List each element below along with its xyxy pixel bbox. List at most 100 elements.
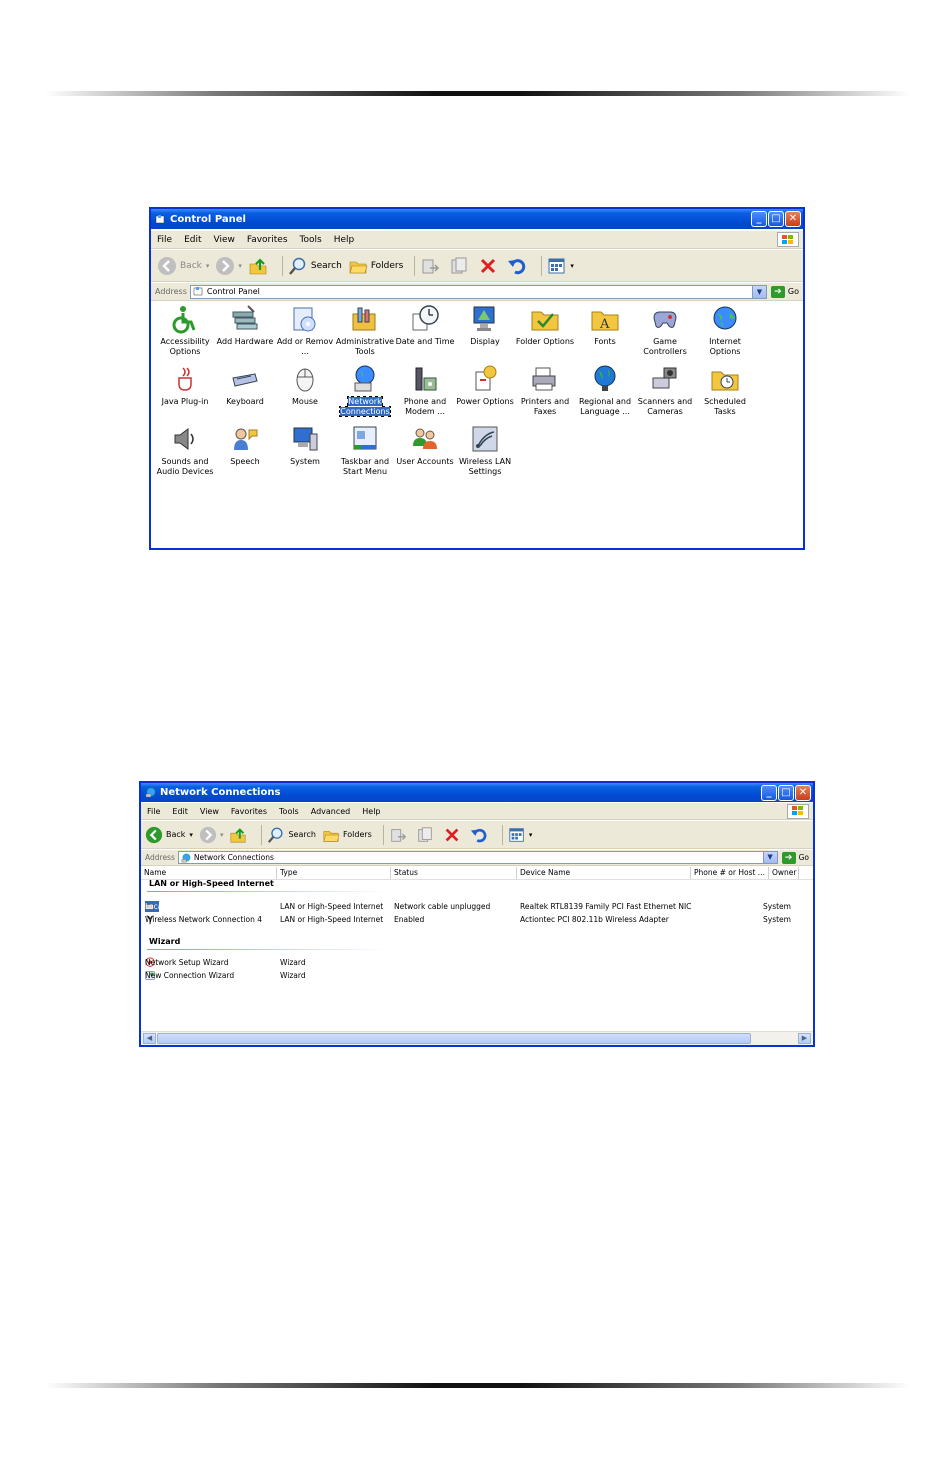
address-input[interactable]: Network Connections ▼: [177, 851, 778, 864]
wireless-settings-icon: [472, 426, 498, 452]
cp-item-add-remove-programs[interactable]: Add or Remov ...: [273, 304, 337, 357]
cp-item-label: Wireless LAN Settings: [458, 457, 512, 476]
menu-tools[interactable]: Tools: [273, 807, 305, 816]
horizontal-scrollbar[interactable]: ◀ ▶: [141, 1031, 813, 1045]
cp-item-wireless-settings[interactable]: Wireless LAN Settings: [453, 424, 517, 477]
column-header[interactable]: Status: [391, 867, 517, 879]
search-button[interactable]: Search: [288, 256, 342, 276]
address-bar: Address Network Connections ▼ ➔ Go: [141, 850, 813, 866]
forward-button[interactable]: ▾: [199, 826, 223, 844]
cp-item-java[interactable]: Java Plug-in: [153, 364, 217, 407]
cp-item-system[interactable]: System: [273, 424, 337, 467]
maximize-button[interactable]: □: [768, 211, 784, 227]
scroll-thumb[interactable]: [157, 1033, 751, 1044]
cp-item-scheduled-tasks[interactable]: Scheduled Tasks: [693, 364, 757, 417]
cp-item-add-hardware[interactable]: Add Hardware: [213, 304, 277, 347]
delete-button[interactable]: [443, 826, 464, 844]
cp-item-users[interactable]: User Accounts: [393, 424, 457, 467]
title-bar[interactable]: Control Panel _ □ ✕: [151, 209, 803, 229]
cp-item-fonts-folder[interactable]: A Fonts: [573, 304, 637, 347]
maximize-button[interactable]: □: [778, 785, 794, 801]
table-row[interactable]: Local Area Connection 5 LAN or High-Speed…: [141, 901, 813, 912]
menu-advanced[interactable]: Advanced: [305, 807, 357, 816]
column-header[interactable]: Phone # or Host ...: [691, 867, 769, 879]
forward-button[interactable]: ▾: [215, 256, 242, 276]
views-button[interactable]: ▾: [547, 256, 574, 276]
menu-help[interactable]: Help: [356, 807, 386, 816]
undo-button[interactable]: [507, 256, 530, 276]
chevron-down-icon[interactable]: ▼: [751, 285, 766, 298]
copy-to-button[interactable]: [449, 256, 472, 276]
close-button[interactable]: ✕: [785, 211, 801, 227]
cp-item-mouse[interactable]: Mouse: [273, 364, 337, 407]
menu-help[interactable]: Help: [328, 235, 361, 245]
cp-item-phone[interactable]: Phone and Modem ...: [393, 364, 457, 417]
window-title: Control Panel: [170, 213, 246, 225]
menu-edit[interactable]: Edit: [166, 807, 194, 816]
menu-file[interactable]: File: [151, 235, 178, 245]
cp-item-regional-globe[interactable]: Regional and Language ...: [573, 364, 637, 417]
move-to-button[interactable]: [389, 826, 410, 844]
cp-item-printer[interactable]: Printers and Faxes: [513, 364, 577, 417]
folders-button[interactable]: Folders: [348, 256, 403, 276]
cp-item-label: User Accounts: [396, 457, 454, 466]
back-button[interactable]: Back ▾: [157, 256, 209, 276]
cp-item-taskbar[interactable]: Taskbar and Start Menu: [333, 424, 397, 477]
cp-item-label: Taskbar and Start Menu: [340, 457, 390, 476]
cp-item-power[interactable]: Power Options: [453, 364, 517, 407]
column-header[interactable]: Owner: [769, 867, 799, 879]
control-panel-icon: [155, 214, 166, 225]
back-button[interactable]: Back ▾: [145, 826, 193, 844]
go-button[interactable]: ➔ Go: [781, 851, 809, 864]
cp-item-keyboard[interactable]: Keyboard: [213, 364, 277, 407]
cp-item-speech[interactable]: Speech: [213, 424, 277, 467]
cp-item-network[interactable]: Network Connections: [333, 364, 397, 417]
table-row[interactable]: Wireless Network Connection 4 LAN or High…: [141, 914, 813, 925]
menu-tools[interactable]: Tools: [294, 235, 328, 245]
cp-item-gamepad[interactable]: Game Controllers: [633, 304, 697, 357]
cp-item-administrative-tools[interactable]: Administrative Tools: [333, 304, 397, 357]
minimize-button[interactable]: _: [751, 211, 767, 227]
cp-item-clock[interactable]: Date and Time: [393, 304, 457, 347]
back-label: Back: [180, 260, 202, 271]
table-row[interactable]: New Connection Wizard Wizard: [141, 970, 813, 981]
column-header[interactable]: Device Name: [517, 867, 691, 879]
move-to-button[interactable]: [420, 256, 443, 276]
up-folder-button[interactable]: [229, 826, 250, 844]
cp-item-speaker[interactable]: Sounds and Audio Devices: [153, 424, 217, 477]
menu-view[interactable]: View: [208, 235, 241, 245]
copy-to-button[interactable]: [416, 826, 437, 844]
table-row[interactable]: Network Setup Wizard Wizard: [141, 957, 813, 968]
up-folder-button[interactable]: [248, 256, 271, 276]
undo-button[interactable]: [470, 826, 491, 844]
cp-item-accessibility[interactable]: Accessibility Options: [153, 304, 217, 357]
column-header[interactable]: Name: [141, 867, 277, 879]
menu-file[interactable]: File: [141, 807, 166, 816]
chevron-down-icon[interactable]: ▼: [762, 852, 777, 863]
go-button[interactable]: ➔ Go: [770, 285, 799, 298]
address-input[interactable]: Control Panel ▼: [189, 284, 767, 299]
views-button[interactable]: ▾: [508, 826, 532, 844]
back-arrow-icon: [145, 826, 163, 843]
search-button[interactable]: Search: [267, 826, 316, 844]
menu-edit[interactable]: Edit: [178, 235, 207, 245]
cp-item-globe[interactable]: Internet Options: [693, 304, 757, 357]
menu-favorites[interactable]: Favorites: [241, 235, 294, 245]
cp-item-display[interactable]: Display: [453, 304, 517, 347]
title-bar[interactable]: Network Connections _ □ ✕: [141, 783, 813, 802]
scroll-left-icon[interactable]: ◀: [143, 1033, 156, 1044]
menu-view[interactable]: View: [194, 807, 225, 816]
close-button[interactable]: ✕: [795, 785, 811, 801]
column-header[interactable]: Type: [277, 867, 391, 879]
folders-button[interactable]: Folders: [322, 826, 372, 844]
cp-item-label: Scanners and Cameras: [637, 397, 693, 416]
address-label: Address: [155, 287, 187, 296]
cp-item-folder-options[interactable]: Folder Options: [513, 304, 577, 347]
scroll-right-icon[interactable]: ▶: [798, 1033, 811, 1044]
back-arrow-icon: [158, 256, 176, 275]
minimize-button[interactable]: _: [761, 785, 777, 801]
printer-icon: [532, 367, 556, 391]
delete-button[interactable]: [478, 256, 501, 276]
cp-item-scanner[interactable]: Scanners and Cameras: [633, 364, 697, 417]
menu-favorites[interactable]: Favorites: [225, 807, 273, 816]
